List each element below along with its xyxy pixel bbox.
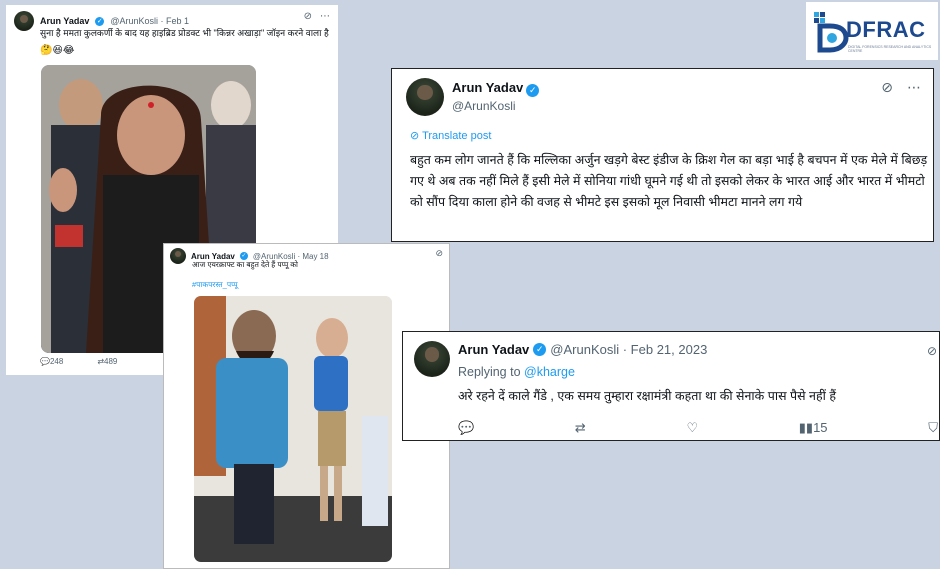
views-count: 15 (813, 420, 828, 435)
tweet-text: आज एयरक्राफ्ट का बहुत देते हैं पप्पू को (192, 260, 298, 269)
tweet-actions: 💬 ⇄ ♡ ▮▮15 ⛉ (458, 420, 938, 436)
replying-to-handle[interactable]: @kharge (524, 365, 575, 379)
dfrac-logo-mark (814, 12, 849, 53)
views-icon: ▮▮ (798, 420, 814, 435)
photo-figures-illustration (194, 296, 392, 562)
tweet-text: सुना है ममता कुलकर्णी के बाद यह हाइब्रिड… (40, 28, 329, 38)
author-name[interactable]: Arun Yadav (452, 80, 523, 95)
reply-button[interactable]: 💬248 (40, 357, 63, 366)
tweet-header: Arun Yadav ✓ @ArunKosli · Feb 21, 2023 (458, 342, 707, 357)
tweet-text: बहुत कम लोग जानते हैं कि मल्लिका अर्जुन … (410, 153, 928, 209)
author-name[interactable]: Arun Yadav (40, 16, 89, 26)
tweet-top-icons: ⊘ ⋯ (881, 79, 921, 96)
tweet-photo[interactable] (194, 296, 392, 562)
retweet-icon[interactable]: ⇄ (575, 420, 586, 436)
replying-prefix: Replying to (458, 365, 521, 379)
handle-date[interactable]: @ArunKosli · Feb 21, 2023 (550, 342, 707, 357)
avatar[interactable] (406, 78, 444, 116)
translate-post-link[interactable]: ⊘ Translate post (410, 129, 491, 142)
replying-to: Replying to @kharge (458, 365, 575, 379)
tweet-actions: 💬248 ⇄489 (40, 357, 117, 366)
more-options-icon[interactable]: ⋯ (320, 11, 330, 22)
tweet-card-large[interactable]: Arun Yadav ✓ @ArunKosli ⊘ ⋯ ⊘ Translate p… (391, 68, 934, 242)
more-options-icon[interactable]: ⋯ (907, 79, 921, 96)
verified-check-icon: ✓ (95, 16, 105, 26)
tweet-emoji: 🤔😆😂 (40, 45, 75, 56)
grok-icon[interactable]: ⊘ (304, 11, 312, 22)
bookmark-icon[interactable]: ⛉ (928, 420, 938, 436)
like-icon[interactable]: ♡ (686, 420, 698, 436)
translate-label: Translate post (422, 130, 492, 142)
author-name[interactable]: Arun Yadav (458, 342, 529, 357)
grok-icon[interactable]: ⊘ (927, 344, 937, 358)
avatar[interactable] (170, 248, 186, 264)
reply-icon: 💬 (40, 357, 50, 366)
grok-icon[interactable]: ⊘ (435, 248, 443, 259)
avatar[interactable] (414, 341, 450, 377)
dfrac-logo: DFRAC DIGITAL FORENSICS RESEARCH AND ANA… (806, 2, 938, 60)
verified-check-icon: ✓ (526, 84, 540, 97)
avatar[interactable] (14, 11, 34, 31)
reply-count: 248 (49, 357, 64, 366)
grok-icon[interactable]: ⊘ (881, 79, 893, 96)
tweet-card-reply[interactable]: Arun Yadav ✓ @ArunKosli · Feb 21, 2023 ⊘… (402, 331, 940, 441)
retweet-count: 489 (104, 357, 118, 366)
dfrac-tagline: DIGITAL FORENSICS RESEARCH AND ANALYTICS… (848, 45, 932, 53)
reply-icon[interactable]: 💬 (458, 420, 474, 436)
hashtag-link[interactable]: #पाकपरस्त_पप्पू (192, 280, 238, 290)
verified-check-icon: ✓ (533, 343, 547, 356)
views-button[interactable]: ▮▮15 (799, 420, 828, 436)
translate-icon: ⊘ (410, 130, 420, 142)
author-handle[interactable]: @ArunKosli (452, 99, 516, 113)
retweet-button[interactable]: ⇄489 (97, 357, 117, 366)
verified-check-icon: ✓ (239, 252, 248, 260)
author-name-row[interactable]: Arun Yadav ✓ (452, 80, 540, 97)
tweet-top-icons: ⊘ ⋯ (304, 11, 330, 22)
dfrac-wordmark: DFRAC (846, 17, 926, 42)
handle-date: @ArunKosli · Feb 1 (110, 16, 190, 26)
tweet-text: अरे रहने दें काले गैंडे , एक समय तुम्हार… (458, 389, 836, 403)
